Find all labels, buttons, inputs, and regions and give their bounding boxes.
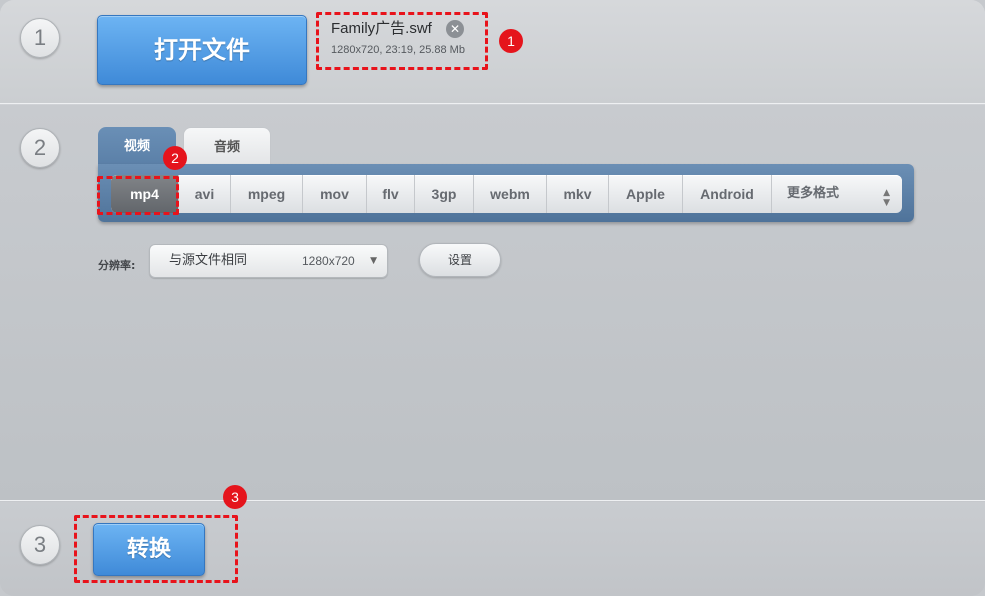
format-apple[interactable]: Apple xyxy=(609,175,683,213)
format-mkv[interactable]: mkv xyxy=(547,175,609,213)
format-bar: mp4 avi mpeg mov flv 3gp webm mkv Apple … xyxy=(111,175,902,213)
format-flv[interactable]: flv xyxy=(367,175,415,213)
annotation-badge-3: 3 xyxy=(223,485,247,509)
step-number-2: 2 xyxy=(20,128,60,168)
converter-window: 1 2 3 打开文件 Family广告.swf ✕ 1280x720, 23:1… xyxy=(0,0,985,596)
annotation-box-3 xyxy=(74,515,238,583)
resolution-size: 1280x720 xyxy=(302,254,355,268)
annotation-box-1 xyxy=(316,12,488,70)
resolution-select[interactable]: 与源文件相同 1280x720 ▼ xyxy=(149,244,388,278)
up-down-arrows-icon: ▲ ▼ xyxy=(883,188,890,208)
settings-button[interactable]: 设置 xyxy=(419,243,501,277)
step-number-3: 3 xyxy=(20,525,60,565)
format-android[interactable]: Android xyxy=(683,175,772,213)
format-3gp[interactable]: 3gp xyxy=(415,175,474,213)
chevron-down-icon: ▼ xyxy=(370,256,377,266)
resolution-value: 与源文件相同 xyxy=(169,253,248,268)
format-avi[interactable]: avi xyxy=(179,175,231,213)
tab-audio[interactable]: 音频 xyxy=(183,127,271,167)
annotation-badge-2: 2 xyxy=(163,146,187,170)
resolution-label: 分辨率: xyxy=(98,259,136,272)
format-mov[interactable]: mov xyxy=(303,175,367,213)
step-number-1: 1 xyxy=(20,18,60,58)
annotation-badge-1: 1 xyxy=(499,29,523,53)
format-mpeg[interactable]: mpeg xyxy=(231,175,303,213)
open-file-button[interactable]: 打开文件 xyxy=(97,15,307,85)
annotation-box-2 xyxy=(97,176,179,215)
format-webm[interactable]: webm xyxy=(474,175,547,213)
format-more-label: 更多格式 xyxy=(787,186,840,201)
format-more[interactable]: 更多格式 ▲ ▼ xyxy=(772,175,902,213)
